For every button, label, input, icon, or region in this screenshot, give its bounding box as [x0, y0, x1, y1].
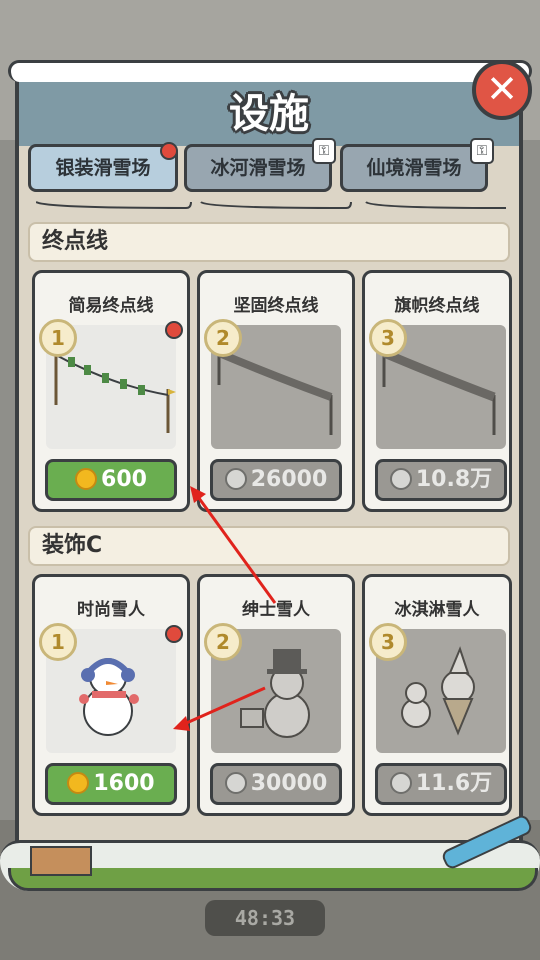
locked-price-button[interactable]: 10.8万 — [375, 459, 507, 501]
notification-badge-icon — [160, 142, 178, 160]
item-name: 旗帜终点线 — [394, 296, 480, 316]
tab-silver-ski-resort[interactable]: 银装滑雪场 — [28, 144, 178, 192]
silver-coin-icon — [389, 468, 412, 490]
item-name: 坚固终点线 — [233, 296, 319, 316]
lock-icon: ⚿ — [312, 138, 336, 164]
section-header-decoration-c: 装饰C — [28, 526, 510, 566]
price-label: 11.6万 — [415, 771, 493, 796]
close-icon: ✕ — [486, 67, 518, 111]
price-label: 1600 — [93, 771, 155, 796]
price-label: 10.8万 — [415, 467, 493, 492]
silver-coin-icon — [224, 772, 247, 794]
level-badge: 2 — [204, 623, 242, 661]
level-badge: 1 — [39, 623, 77, 661]
tab-label: 仙境滑雪场 — [366, 157, 462, 179]
silver-coin-icon — [389, 772, 412, 794]
fence-decoration — [30, 846, 92, 876]
silver-coin-icon — [224, 468, 247, 490]
item-name: 绅士雪人 — [242, 600, 310, 620]
item-card[interactable]: 坚固终点线 2 26000 — [197, 270, 355, 512]
notification-badge-icon — [165, 321, 183, 339]
level-badge: 3 — [369, 623, 407, 661]
panel-snow-cap — [8, 60, 532, 82]
price-label: 26000 — [250, 467, 328, 492]
background-timer: 48:33 — [205, 900, 325, 936]
buy-button[interactable]: 600 — [45, 459, 177, 501]
locked-price-button[interactable]: 26000 — [210, 459, 342, 501]
item-name: 简易终点线 — [68, 296, 154, 316]
close-button[interactable]: ✕ — [472, 60, 532, 120]
tab-divider — [36, 201, 506, 210]
tab-label: 冰河滑雪场 — [210, 157, 306, 179]
section-header-finish-line: 终点线 — [28, 222, 510, 262]
tab-glacier-ski-resort[interactable]: 冰河滑雪场 — [184, 144, 332, 192]
price-label: 600 — [101, 467, 147, 492]
buy-button[interactable]: 1600 — [45, 763, 177, 805]
level-badge: 1 — [39, 319, 77, 357]
item-card[interactable]: 绅士雪人 2 30000 — [197, 574, 355, 816]
panel-title: 设施 — [229, 91, 309, 137]
lock-icon: ⚿ — [470, 138, 494, 164]
level-badge: 3 — [369, 319, 407, 357]
item-card[interactable]: 简易终点线 1 600 — [32, 270, 190, 512]
item-card[interactable]: 旗帜终点线 3 10.8万 — [362, 270, 512, 512]
price-label: 30000 — [250, 771, 328, 796]
item-card[interactable]: 冰淇淋雪人 3 11.6万 — [362, 574, 512, 816]
level-badge: 2 — [204, 319, 242, 357]
tab-wonderland-ski-resort[interactable]: 仙境滑雪场 — [340, 144, 488, 192]
gold-coin-icon — [75, 468, 98, 490]
locked-price-button[interactable]: 11.6万 — [375, 763, 507, 805]
tab-label: 银装滑雪场 — [55, 157, 151, 179]
notification-badge-icon — [165, 625, 183, 643]
item-name: 冰淇淋雪人 — [394, 600, 480, 620]
locked-price-button[interactable]: 30000 — [210, 763, 342, 805]
gold-coin-icon — [67, 772, 90, 794]
item-name: 时尚雪人 — [77, 600, 145, 620]
item-card[interactable]: 时尚雪人 1 1600 — [32, 574, 190, 816]
